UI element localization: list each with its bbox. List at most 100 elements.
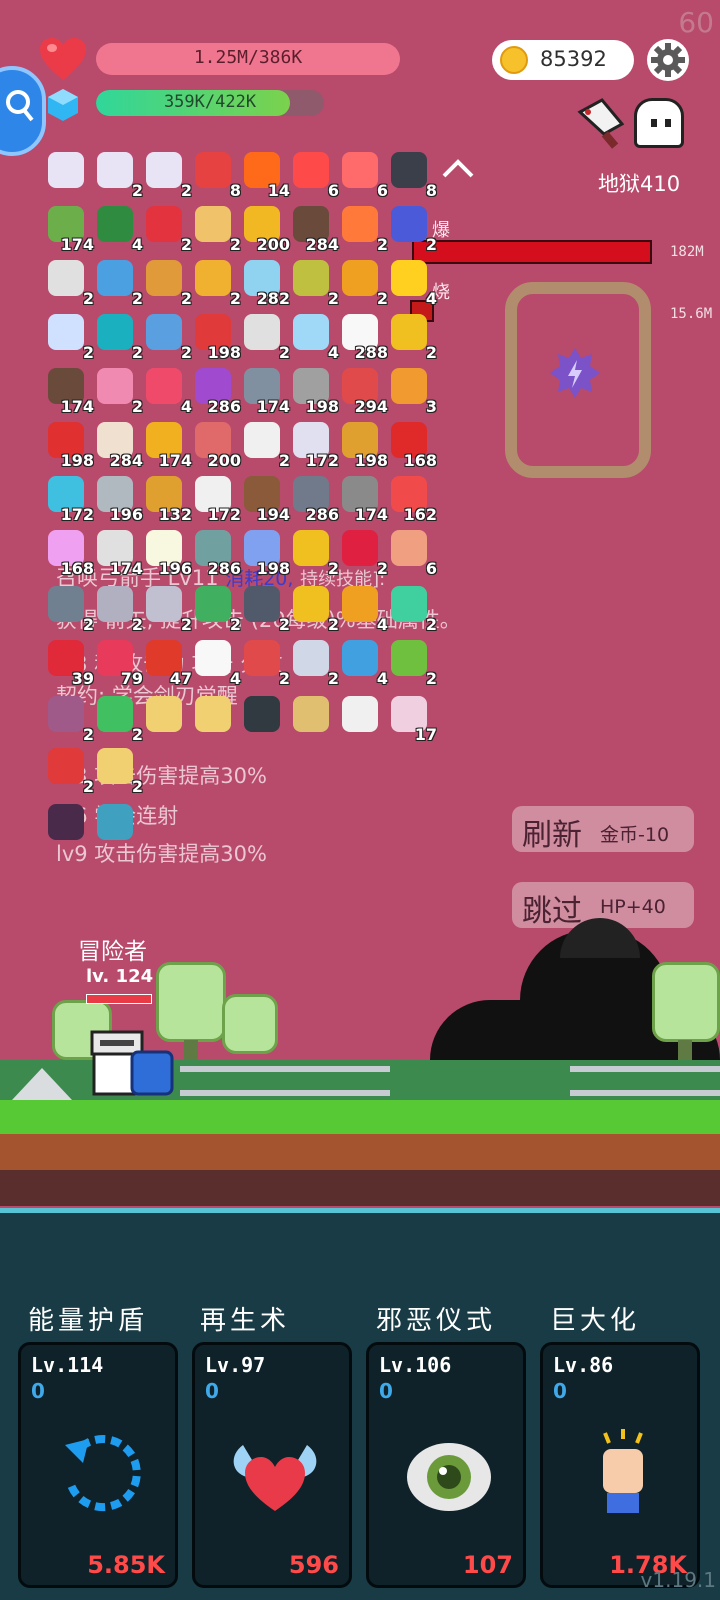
inventory-item[interactable]: 4 — [191, 636, 241, 688]
inventory-item[interactable] — [44, 148, 90, 194]
inventory-item[interactable]: 2 — [93, 744, 143, 796]
inventory-item[interactable]: 2 — [191, 202, 241, 254]
inventory-item[interactable]: 162 — [387, 472, 437, 524]
inventory-item[interactable] — [436, 148, 482, 194]
inventory-item[interactable]: 198 — [44, 418, 94, 470]
inventory-item[interactable]: 4 — [93, 202, 143, 254]
inventory-item[interactable]: 132 — [142, 472, 192, 524]
inventory-item[interactable]: 2 — [387, 202, 437, 254]
inventory-item[interactable]: 2 — [240, 310, 290, 362]
inventory-item[interactable]: 39 — [44, 636, 94, 688]
inventory-item[interactable]: 47 — [142, 636, 192, 688]
refresh-button[interactable]: 刷新 金币-10 — [512, 806, 694, 853]
inventory-item[interactable]: 286 — [191, 364, 241, 416]
inventory-item[interactable]: 2 — [240, 418, 290, 470]
inventory-item[interactable]: 200 — [240, 202, 290, 254]
inventory-item[interactable]: 6 — [289, 148, 339, 200]
inventory-item[interactable] — [142, 692, 188, 738]
inventory-item[interactable]: 286 — [191, 526, 241, 578]
inventory-item[interactable]: 174 — [142, 418, 192, 470]
inventory-item[interactable]: 174 — [338, 472, 388, 524]
inventory-item[interactable] — [338, 692, 384, 738]
inventory-item[interactable]: 284 — [93, 418, 143, 470]
inventory-item[interactable]: 4 — [142, 364, 192, 416]
inventory-item[interactable]: 2 — [289, 526, 339, 578]
inventory-item[interactable]: 284 — [289, 202, 339, 254]
inventory-item[interactable]: 2 — [93, 256, 143, 308]
inventory-item[interactable]: 2 — [191, 582, 241, 634]
inventory-item[interactable]: 2 — [142, 582, 192, 634]
settings-gear-icon[interactable] — [646, 38, 690, 82]
inventory-item[interactable]: 2 — [387, 310, 437, 362]
inventory-item[interactable]: 2 — [44, 692, 94, 744]
inventory-item[interactable] — [191, 692, 237, 738]
inventory-item[interactable]: 2 — [93, 692, 143, 744]
inventory-item[interactable]: 196 — [142, 526, 192, 578]
inventory-item[interactable]: 288 — [338, 310, 388, 362]
inventory-item[interactable]: 6 — [338, 148, 388, 200]
inventory-item[interactable]: 174 — [44, 202, 94, 254]
inventory-item[interactable]: 2 — [44, 256, 94, 308]
inventory-item[interactable]: 2 — [338, 256, 388, 308]
inventory-item[interactable] — [93, 800, 139, 846]
inventory-item[interactable]: 6 — [387, 526, 437, 578]
inventory-item[interactable] — [240, 692, 286, 738]
search-button[interactable] — [0, 66, 46, 156]
inventory-item[interactable]: 2 — [387, 582, 437, 634]
inventory-item[interactable]: 2 — [240, 636, 290, 688]
inventory-item[interactable]: 2 — [338, 202, 388, 254]
inventory-item[interactable]: 2 — [142, 310, 192, 362]
inventory-item[interactable]: 2 — [44, 744, 94, 796]
inventory-item[interactable]: 2 — [387, 636, 437, 688]
inventory-item[interactable]: 4 — [338, 636, 388, 688]
inventory-item[interactable]: 2 — [44, 310, 94, 362]
inventory-item[interactable]: 2 — [93, 582, 143, 634]
inventory-item[interactable]: 2 — [142, 256, 192, 308]
inventory-item[interactable]: 2 — [240, 582, 290, 634]
inventory-item[interactable]: 4 — [338, 582, 388, 634]
inventory-item[interactable]: 194 — [240, 472, 290, 524]
inventory-item[interactable] — [44, 800, 90, 846]
inventory-item[interactable]: 2 — [44, 582, 94, 634]
inventory-item[interactable] — [289, 692, 335, 738]
inventory-item[interactable]: 2 — [93, 364, 143, 416]
inventory-item[interactable]: 4 — [387, 256, 437, 308]
inventory-item[interactable]: 198 — [240, 526, 290, 578]
inventory-item[interactable]: 8 — [191, 148, 241, 200]
inventory-item[interactable]: 282 — [240, 256, 290, 308]
inventory-item[interactable]: 294 — [338, 364, 388, 416]
inventory-item[interactable]: 2 — [93, 148, 143, 200]
inventory-item[interactable]: 172 — [289, 418, 339, 470]
inventory-item[interactable]: 172 — [191, 472, 241, 524]
skill-card-energy-shield[interactable]: Lv.114 0 5.85K — [18, 1342, 178, 1588]
inventory-item[interactable]: 174 — [240, 364, 290, 416]
inventory-item[interactable]: 198 — [191, 310, 241, 362]
inventory-item[interactable]: 17 — [387, 692, 437, 744]
inventory-item[interactable]: 200 — [191, 418, 241, 470]
inventory-item[interactable]: 2 — [338, 526, 388, 578]
inventory-item[interactable]: 3 — [387, 364, 437, 416]
skill-card-regeneration[interactable]: Lv.97 0 596 — [192, 1342, 352, 1588]
inventory-item[interactable]: 2 — [289, 582, 339, 634]
inventory-item[interactable]: 2 — [142, 202, 192, 254]
inventory-item[interactable]: 14 — [240, 148, 290, 200]
inventory-item[interactable]: 174 — [44, 364, 94, 416]
inventory-item[interactable]: 168 — [387, 418, 437, 470]
inventory-item[interactable]: 2 — [289, 636, 339, 688]
inventory-item[interactable]: 2 — [93, 310, 143, 362]
inventory-item[interactable]: 2 — [191, 256, 241, 308]
inventory-item[interactable]: 2 — [289, 256, 339, 308]
inventory-item[interactable]: 286 — [289, 472, 339, 524]
skill-card-evil-ritual[interactable]: Lv.106 0 107 — [366, 1342, 526, 1588]
knight-hero-icon[interactable] — [88, 1030, 174, 1096]
inventory-item[interactable]: 172 — [44, 472, 94, 524]
inventory-item[interactable]: 8 — [387, 148, 437, 200]
inventory-item[interactable]: 168 — [44, 526, 94, 578]
skill-card-gigantify[interactable]: Lv.86 0 1.78K — [540, 1342, 700, 1588]
inventory-item[interactable]: 2 — [142, 148, 192, 200]
inventory-item[interactable]: 196 — [93, 472, 143, 524]
inventory-item[interactable]: 4 — [289, 310, 339, 362]
inventory-item[interactable]: 198 — [289, 364, 339, 416]
inventory-item[interactable]: 198 — [338, 418, 388, 470]
inventory-item[interactable]: 79 — [93, 636, 143, 688]
